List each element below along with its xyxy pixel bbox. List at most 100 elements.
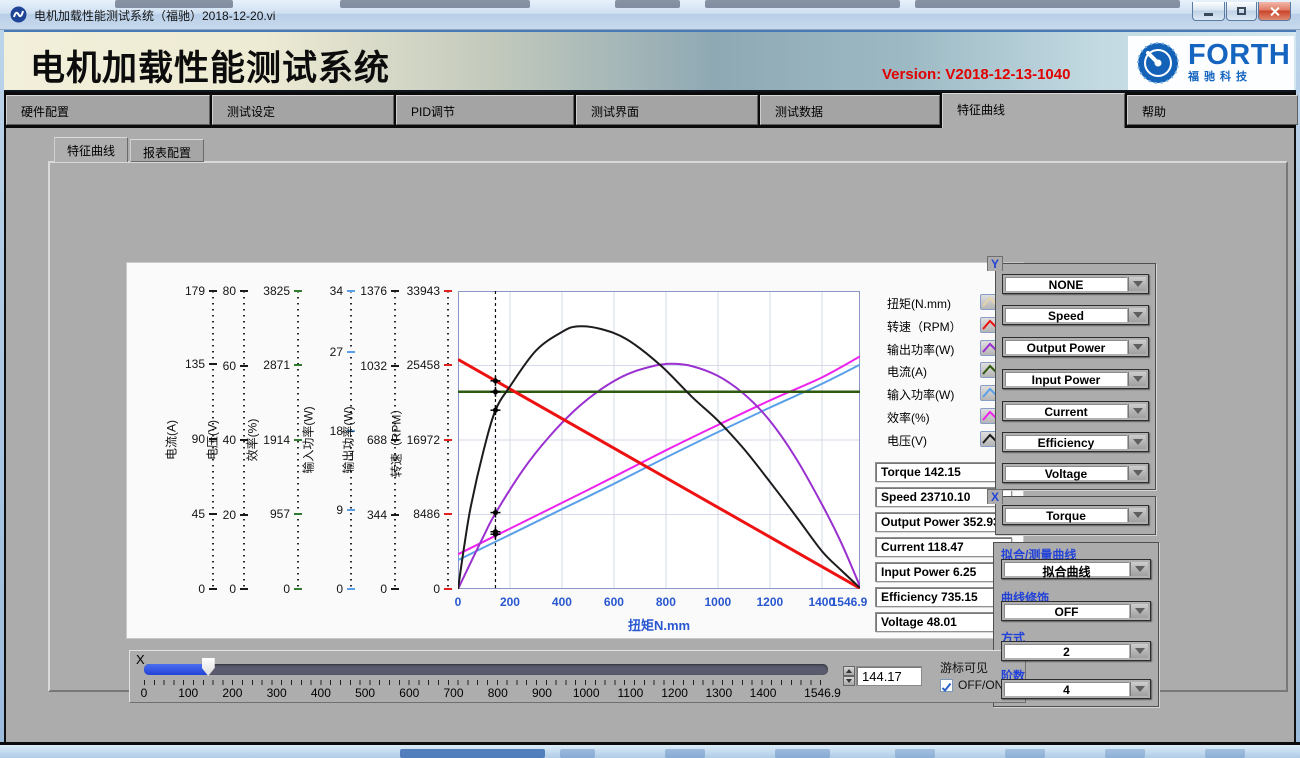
slider-label: X — [136, 652, 145, 667]
slider-scale-1546.9: 1546.9 — [804, 686, 841, 700]
fit-control-阶数[interactable]: 4 — [1001, 679, 1151, 699]
legend-label-效率(%): 效率(%) — [887, 409, 930, 426]
slider-scale-100: 100 — [178, 686, 198, 700]
axis-tick-value: 957 — [234, 507, 290, 521]
y-selector-1[interactable]: NONE — [1002, 274, 1149, 294]
axis-tick-value: 20 — [180, 508, 236, 522]
y-selector-2-dropdown-button[interactable] — [1128, 308, 1146, 322]
axis-tick-value: 1914 — [234, 433, 290, 447]
axis-tick-value: 3825 — [234, 284, 290, 298]
legend-label-输入功率(W): 输入功率(W) — [887, 386, 954, 403]
tab-帮助[interactable]: 帮助 — [1127, 95, 1298, 125]
background-window-shadow — [340, 0, 530, 8]
taskbar-item — [665, 749, 705, 758]
cursor-visible-checkbox[interactable] — [940, 679, 953, 692]
legend-label-输出功率(W): 输出功率(W) — [887, 341, 954, 358]
background-window-shadow — [705, 0, 900, 8]
tab-测试数据[interactable]: 测试数据 — [760, 95, 940, 125]
tab-测试界面[interactable]: 测试界面 — [576, 95, 758, 125]
legend-label-扭矩(N.mm): 扭矩(N.mm) — [887, 295, 951, 312]
y-selector-1-dropdown-button[interactable] — [1128, 277, 1146, 291]
taskbar-item — [560, 749, 595, 758]
y-selector-4-value: Input Power — [1005, 372, 1127, 386]
y-selector-6-dropdown-button[interactable] — [1128, 435, 1146, 449]
axis-tick-value: 0 — [180, 582, 236, 596]
axis-tick-value: 8486 — [384, 507, 440, 521]
minimize-button[interactable] — [1192, 2, 1225, 21]
y-selector-1-value: NONE — [1005, 277, 1127, 291]
close-button[interactable] — [1258, 2, 1291, 21]
y-selector-5-dropdown-button[interactable] — [1128, 404, 1146, 418]
fit-control-拟合/测量曲线-value: 拟合曲线 — [1004, 562, 1129, 576]
slider-scale-0: 0 — [141, 686, 148, 700]
slider-scale-800: 800 — [488, 686, 508, 700]
spinner-down-button[interactable] — [843, 676, 855, 686]
cursor-visible-label: 游标可见 — [940, 659, 988, 676]
fit-control-曲线修饰-dropdown-button[interactable] — [1130, 604, 1148, 618]
plot-area[interactable] — [458, 291, 860, 589]
subtab-特征曲线[interactable]: 特征曲线 — [54, 137, 128, 162]
background-window-shadow — [615, 0, 680, 8]
fit-control-方式[interactable]: 2 — [1001, 641, 1151, 661]
axis-tick-value: 0 — [384, 582, 440, 596]
y-selector-7[interactable]: Voltage — [1002, 463, 1149, 483]
y-selector-5[interactable]: Current — [1002, 401, 1149, 421]
cursor-x-value-input[interactable]: 144.17 — [856, 666, 922, 686]
y-selector-4-dropdown-button[interactable] — [1128, 372, 1146, 386]
tab-PID调节[interactable]: PID调节 — [396, 95, 574, 125]
slider-scale-500: 500 — [355, 686, 375, 700]
fit-control-拟合/测量曲线-dropdown-button[interactable] — [1130, 562, 1148, 576]
title-bar[interactable]: 电机加载性能测试系统（福驰）2018-12-20.vi — [0, 0, 1300, 30]
application-window: 电机加载性能测试系统（福驰）2018-12-20.vi 电机加载性能测试系统 V… — [0, 0, 1300, 758]
y-frame-label: Y — [987, 256, 1003, 271]
x-cursor-slider-panel: X 144.17 游标可见 OFF/ON 0100200300400500600… — [129, 650, 1026, 703]
check-icon — [941, 682, 952, 693]
x-tick-1546.9: 1546.9 — [831, 595, 868, 609]
window-title: 电机加载性能测试系统（福驰）2018-12-20.vi — [34, 7, 275, 24]
y-selector-5-value: Current — [1005, 404, 1127, 418]
taskbar-item — [400, 749, 545, 758]
tab-硬件配置[interactable]: 硬件配置 — [6, 95, 210, 125]
readout-Torque: Torque 142.15 — [875, 462, 1012, 482]
dropdown-arrow-icon — [1133, 312, 1143, 318]
axis-tick-value: 1032 — [331, 359, 387, 373]
maximize-button[interactable] — [1226, 2, 1257, 21]
y-selector-6[interactable]: Efficiency — [1002, 432, 1149, 452]
slider-scale-1300: 1300 — [705, 686, 732, 700]
fit-control-方式-dropdown-button[interactable] — [1130, 644, 1148, 658]
subtab-报表配置[interactable]: 报表配置 — [130, 139, 204, 162]
y-selector-2-value: Speed — [1005, 308, 1127, 322]
fit-control-曲线修饰[interactable]: OFF — [1001, 601, 1151, 621]
slider-scale-1400: 1400 — [750, 686, 777, 700]
y-selector-3[interactable]: Output Power — [1002, 337, 1149, 357]
y-selector-7-dropdown-button[interactable] — [1128, 466, 1146, 480]
y-selector-4[interactable]: Input Power — [1002, 369, 1149, 389]
tab-测试设定[interactable]: 测试设定 — [212, 95, 394, 125]
y-selector-3-dropdown-button[interactable] — [1128, 340, 1146, 354]
tab-特征曲线[interactable]: 特征曲线 — [942, 93, 1125, 128]
spinner-up-button[interactable] — [843, 666, 855, 676]
fit-control-曲线修饰-value: OFF — [1004, 604, 1129, 618]
maximize-icon — [1237, 7, 1246, 15]
up-arrow-icon — [846, 669, 852, 673]
dropdown-arrow-icon — [1135, 608, 1145, 614]
legend-label-电压(V): 电压(V) — [887, 432, 927, 449]
dropdown-arrow-icon — [1133, 512, 1143, 518]
x-tick-1200: 1200 — [756, 595, 783, 609]
fit-control-阶数-dropdown-button[interactable] — [1130, 682, 1148, 696]
axis-major-tick — [444, 290, 452, 292]
slider-track[interactable] — [144, 664, 828, 675]
x-axis-label: 扭矩N.mm — [458, 615, 860, 634]
slider-scale-400: 400 — [311, 686, 331, 700]
x-selector-value: Torque — [1005, 508, 1127, 522]
tab-page-panel: 扭矩N.mm 电流(A)17913590450电压(V)806040200效率(… — [48, 161, 1288, 692]
logo-text: FORTH — [1188, 42, 1290, 68]
x-selector-dropdown-button[interactable] — [1128, 508, 1146, 522]
axis-tick-value: 33943 — [384, 284, 440, 298]
y-selector-2[interactable]: Speed — [1002, 305, 1149, 325]
dropdown-arrow-icon — [1135, 566, 1145, 572]
fit-control-拟合/测量曲线[interactable]: 拟合曲线 — [1001, 559, 1151, 579]
dropdown-arrow-icon — [1133, 408, 1143, 414]
x-selector[interactable]: Torque — [1002, 505, 1149, 525]
readout-Voltage: Voltage 48.01 — [875, 612, 1012, 632]
